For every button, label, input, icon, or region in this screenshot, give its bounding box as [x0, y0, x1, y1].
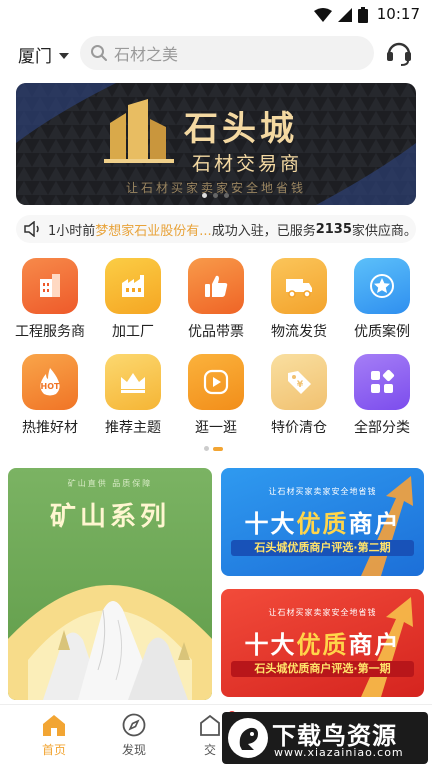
notice-bar[interactable]: 1小时前 梦想家石业股份有... 成功入驻，已服务 2135 家供应商。 — [16, 215, 416, 243]
search-placeholder: 石材之美 — [114, 45, 179, 64]
building-icon — [22, 258, 78, 314]
search-input[interactable]: 石材之美 — [80, 36, 374, 70]
tab-discover[interactable]: 发现 — [104, 713, 164, 758]
tab-label: 首页 — [41, 743, 66, 757]
category-quality-invoice[interactable]: 优品带票 — [176, 258, 256, 354]
pager-dot — [224, 193, 229, 198]
promo-r1-title: 十大优质商户 — [221, 504, 424, 539]
promo-mine-series[interactable]: 矿山直供 品质保障 矿山系列 — [8, 468, 212, 700]
trade-icon — [200, 714, 220, 736]
category-label: 热推好材 — [22, 420, 78, 436]
category-label: 优品带票 — [188, 324, 244, 340]
grid-icon — [354, 354, 410, 410]
svg-text:HOT: HOT — [41, 382, 60, 391]
category-label: 全部分类 — [354, 420, 410, 436]
notice-company: 梦想家石业股份有... — [95, 223, 212, 239]
star-icon — [354, 258, 410, 314]
category-row: HOT 热推好材 推荐主题 逛一逛 ¥ 特价清仓 全部分类 — [0, 354, 432, 450]
promo-r1-title-a: 十大 — [244, 510, 297, 538]
promo-r2-title-a: 十大 — [244, 631, 297, 659]
category-label: 推荐主题 — [105, 420, 161, 436]
factory-icon — [105, 258, 161, 314]
svg-text:¥: ¥ — [297, 380, 304, 390]
play-icon — [188, 354, 244, 410]
category-row: 工程服务商 加工厂 优品带票 物流发货 优质案例 — [0, 258, 432, 354]
tab-home[interactable]: 首页 — [24, 713, 84, 758]
status-icons — [314, 7, 368, 23]
category-engineering[interactable]: 工程服务商 — [10, 258, 90, 354]
crown-icon — [105, 354, 161, 410]
city-label: 厦门 — [18, 47, 52, 67]
banner[interactable]: 石头城 石材交易商 让石材买家卖家安全地省钱 — [16, 83, 416, 205]
status-bar: 10:17 — [0, 0, 432, 30]
grid-pager — [204, 446, 223, 451]
notice-text-mid: 成功入驻，已服务 — [211, 223, 316, 239]
truck-icon — [271, 258, 327, 314]
hot-icon: HOT — [22, 354, 78, 410]
category-clearance[interactable]: ¥ 特价清仓 — [259, 354, 339, 450]
thumbs-up-icon — [188, 258, 244, 314]
banner-title: 石头城 — [184, 109, 298, 149]
promo-top-merchants-1[interactable]: 让石材买家卖家安全地省钱 十大优质商户 石头城优质商户评选·第一期 — [221, 589, 424, 697]
promo-r1-title-c: 商户 — [348, 510, 401, 538]
wifi-icon — [314, 8, 332, 22]
promo-r2-title: 十大优质商户 — [221, 625, 424, 660]
pager-dot — [204, 446, 209, 451]
category-recommended[interactable]: 推荐主题 — [93, 354, 173, 450]
customer-service-icon[interactable] — [384, 38, 414, 68]
category-label: 工程服务商 — [15, 324, 85, 340]
watermark-url: www.xiazainiao.com — [274, 746, 404, 759]
category-label: 优质案例 — [354, 324, 410, 340]
search-icon — [91, 45, 107, 61]
promo-r1-strip: 石头城优质商户评选·第二期 — [231, 540, 414, 556]
category-quality-cases[interactable]: 优质案例 — [342, 258, 422, 354]
status-time: 10:17 — [376, 5, 420, 23]
banner-subtitle: 石材交易商 — [192, 153, 303, 175]
category-logistics[interactable]: 物流发货 — [259, 258, 339, 354]
promo-r1-small: 让石材买家卖家安全地省钱 — [268, 487, 377, 496]
category-label: 逛一逛 — [195, 420, 237, 436]
building-logo — [104, 99, 174, 163]
category-hot[interactable]: HOT 热推好材 — [10, 354, 90, 450]
promo-left-title: 矿山系列 — [49, 502, 170, 532]
battery-icon — [358, 7, 368, 23]
category-factory[interactable]: 加工厂 — [93, 258, 173, 354]
watermark: 下载鸟资源 www.xiazainiao.com — [222, 712, 428, 764]
pager-dot — [202, 193, 207, 198]
promo-r2-title-b: 优质 — [296, 631, 349, 659]
promo-r1-title-b: 优质 — [296, 510, 349, 538]
promo-top-merchants-2[interactable]: 让石材买家卖家安全地省钱 十大优质商户 石头城优质商户评选·第二期 — [221, 468, 424, 576]
marble-mountain-illustration — [8, 585, 212, 700]
watermark-logo — [228, 718, 268, 758]
caret-down-icon — [59, 52, 69, 59]
banner-pager — [202, 193, 229, 198]
notice-time: 1小时前 — [48, 223, 96, 239]
promo-r2-small: 让石材买家卖家安全地省钱 — [268, 608, 377, 617]
header: 厦门 石材之美 — [0, 32, 432, 74]
signal-icon — [338, 8, 352, 22]
tab-label: 发现 — [121, 743, 146, 757]
category-label: 特价清仓 — [271, 420, 327, 436]
category-label: 加工厂 — [112, 324, 154, 340]
notice-count: 2135 — [315, 221, 352, 237]
pager-dot — [213, 193, 218, 198]
city-selector[interactable]: 厦门 — [18, 42, 69, 67]
compass-icon — [122, 713, 146, 737]
home-icon — [43, 715, 65, 736]
promo-r2-title-c: 商户 — [348, 631, 401, 659]
price-tag-icon: ¥ — [271, 354, 327, 410]
category-all[interactable]: 全部分类 — [342, 354, 422, 450]
tab-label: 交 — [203, 743, 216, 757]
category-grid: 工程服务商 加工厂 优品带票 物流发货 优质案例 HOT 热推好材 推荐主题 逛… — [0, 258, 432, 450]
promo-left-small: 矿山直供 品质保障 — [67, 479, 153, 488]
pager-dot-active — [213, 446, 223, 451]
notice-text-end: 家供应商。 — [351, 223, 416, 239]
speaker-icon — [24, 221, 39, 237]
category-label: 物流发货 — [271, 324, 327, 340]
promo-r2-strip: 石头城优质商户评选·第一期 — [231, 661, 414, 677]
category-browse[interactable]: 逛一逛 — [176, 354, 256, 450]
